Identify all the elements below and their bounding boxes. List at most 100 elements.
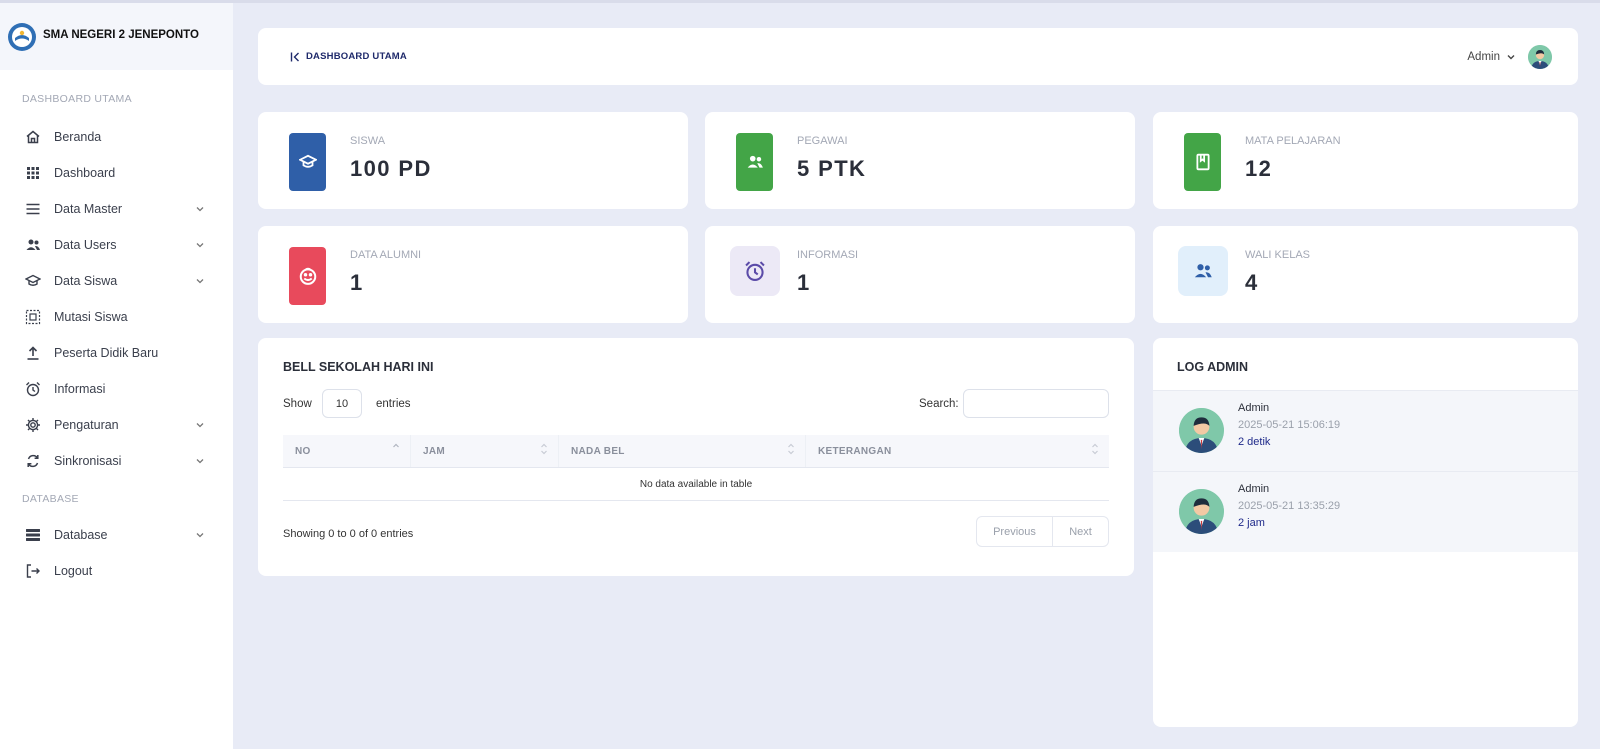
list-item[interactable]: Admin 2025-05-21 13:35:29 2 jam [1153, 471, 1578, 552]
chevron-down-icon [195, 530, 205, 540]
sidebar-item-pengaturan[interactable]: Pengaturan [0, 407, 233, 443]
sort-icon [787, 442, 795, 456]
sidebar-item-database[interactable]: Database [0, 517, 233, 553]
stat-label: MATA PELAJARAN [1245, 135, 1341, 147]
log-user: Admin [1238, 402, 1270, 414]
section-dashboard-utama: DASHBOARD UTAMA [22, 93, 132, 105]
database-icon [24, 526, 42, 544]
chevron-down-icon [195, 456, 205, 466]
upload-icon [24, 344, 42, 362]
stat-value: 5 PTK [797, 156, 867, 181]
book-icon [1184, 133, 1221, 191]
breadcrumb[interactable]: DASHBOARD UTAMA [306, 51, 407, 62]
pagination: Previous Next [976, 516, 1109, 547]
card-title: BELL SEKOLAH HARI INI [283, 360, 434, 374]
sidebar-item-label: Sinkronisasi [54, 454, 122, 468]
list-item[interactable]: Admin 2025-05-21 15:06:19 2 detik [1153, 390, 1578, 471]
column-header-jam[interactable]: JAM [411, 435, 559, 467]
users-icon [1178, 246, 1228, 296]
stat-label: SISWA [350, 135, 386, 147]
show-label: Show [283, 398, 312, 410]
stat-card-informasi[interactable]: INFORMASI 1 [705, 226, 1135, 323]
card-title: LOG ADMIN [1177, 360, 1249, 374]
stat-value: 12 [1245, 156, 1273, 181]
gear-icon [24, 416, 42, 434]
sidebar-item-label: Dashboard [54, 166, 116, 180]
log-user: Admin [1238, 483, 1270, 495]
stat-value: 1 [350, 270, 364, 295]
log-admin-card: LOG ADMIN Admin 2025-05-21 15:06:19 2 de… [1153, 338, 1578, 727]
sidebar-item-dashboard[interactable]: Dashboard [0, 155, 233, 191]
graduation-cap-icon [24, 272, 42, 290]
stat-card-wali-kelas[interactable]: WALI KELAS 4 [1153, 226, 1578, 323]
sync-icon [24, 452, 42, 470]
search-input[interactable] [963, 389, 1109, 418]
sidebar-item-data-users[interactable]: Data Users [0, 227, 233, 263]
user-menu-name[interactable]: Admin [1467, 51, 1500, 63]
bell-sekolah-card: BELL SEKOLAH HARI INI Show 10 entries Se… [258, 338, 1134, 576]
stat-label: WALI KELAS [1245, 249, 1311, 261]
stat-label: DATA ALUMNI [350, 249, 422, 261]
stat-card-mata-pelajaran[interactable]: MATA PELAJARAN 12 [1153, 112, 1578, 209]
table-info: Showing 0 to 0 of 0 entries [283, 528, 414, 540]
avatar [1179, 408, 1224, 453]
school-logo-icon [8, 22, 36, 51]
sidebar-item-data-master[interactable]: Data Master [0, 191, 233, 227]
sidebar-item-logout[interactable]: Logout [0, 553, 233, 589]
sort-icon [540, 442, 548, 456]
sidebar-item-data-siswa[interactable]: Data Siswa [0, 263, 233, 299]
stat-card-pegawai[interactable]: PEGAWAI 5 PTK [705, 112, 1135, 209]
face-icon [289, 247, 326, 305]
entries-label: entries [376, 398, 411, 410]
sidebar-item-label: Informasi [54, 382, 106, 396]
sidebar-item-label: Peserta Didik Baru [54, 346, 159, 360]
sidebar-item-label: Beranda [54, 130, 102, 144]
entries-select[interactable]: 10 [322, 389, 362, 418]
stat-label: INFORMASI [797, 249, 859, 261]
sidebar-item-label: Data Users [54, 238, 117, 252]
avatar[interactable] [1528, 44, 1552, 69]
logout-icon [24, 562, 42, 580]
next-button[interactable]: Next [1053, 517, 1108, 546]
list-icon [24, 200, 42, 218]
log-relative-time: 2 jam [1238, 517, 1265, 529]
bell-table: NO JAM NADA BEL KETERANGAN No data avail… [283, 435, 1109, 501]
stat-card-data-alumni[interactable]: DATA ALUMNI 1 [258, 226, 688, 323]
alarm-icon [730, 246, 780, 296]
column-header-nada-bel[interactable]: NADA BEL [559, 435, 806, 467]
transfer-icon [24, 308, 42, 326]
sidebar-item-label: Logout [54, 564, 93, 578]
search-label: Search: [919, 398, 959, 410]
sidebar-item-beranda[interactable]: Beranda [0, 119, 233, 155]
sidebar-item-sinkronisasi[interactable]: Sinkronisasi [0, 443, 233, 479]
top-header: DASHBOARD UTAMA Admin [258, 28, 1578, 85]
collapse-sidebar-icon[interactable] [290, 51, 302, 63]
sidebar-item-peserta-didik-baru[interactable]: Peserta Didik Baru [0, 335, 233, 371]
previous-button[interactable]: Previous [977, 517, 1053, 546]
sidebar-item-label: Mutasi Siswa [54, 310, 128, 324]
top-border [0, 0, 1600, 3]
sidebar-item-label: Data Siswa [54, 274, 118, 288]
chevron-down-icon [195, 240, 205, 250]
sort-icon [1091, 442, 1099, 456]
chevron-down-icon[interactable] [1506, 52, 1516, 62]
sidebar-item-informasi[interactable]: Informasi [0, 371, 233, 407]
home-icon [24, 128, 42, 146]
sidebar: SMA NEGERI 2 JENEPONTO DASHBOARD UTAMA B… [0, 3, 233, 749]
chevron-down-icon [195, 276, 205, 286]
graduation-cap-icon [289, 133, 326, 191]
grid-icon [24, 164, 42, 182]
log-relative-time: 2 detik [1238, 436, 1271, 448]
log-timestamp: 2025-05-21 13:35:29 [1238, 500, 1341, 512]
sidebar-item-label: Pengaturan [54, 418, 119, 432]
stat-value: 100 PD [350, 156, 432, 181]
chevron-down-icon [195, 420, 205, 430]
stat-card-siswa[interactable]: SISWA 100 PD [258, 112, 688, 209]
column-header-keterangan[interactable]: KETERANGAN [806, 435, 1109, 467]
brand[interactable]: SMA NEGERI 2 JENEPONTO [0, 3, 233, 70]
column-header-no[interactable]: NO [283, 435, 411, 467]
sidebar-item-label: Data Master [54, 202, 123, 216]
brand-name: SMA NEGERI 2 JENEPONTO [43, 28, 199, 41]
log-timestamp: 2025-05-21 15:06:19 [1238, 419, 1341, 431]
sidebar-item-mutasi-siswa[interactable]: Mutasi Siswa [0, 299, 233, 335]
